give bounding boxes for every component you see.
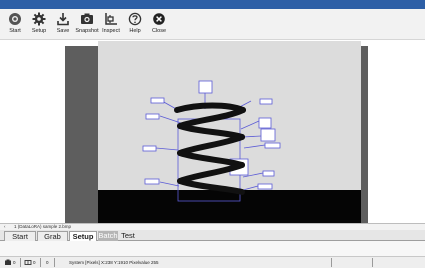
tab-grab[interactable]: Grab [37,231,68,241]
mode-tab-bar: Start Grab Setup Batch Test [0,230,425,241]
tab-batch[interactable]: Batch [98,231,118,241]
system-count: 0 [46,260,49,265]
device-count: 0 [33,260,36,265]
camera-icon [74,12,100,27]
tab-test[interactable]: Test [119,231,137,241]
tab-start[interactable]: Start [4,231,36,241]
dark-base-region [98,190,361,223]
close-circle-icon [146,12,172,27]
image-canvas[interactable] [98,41,361,223]
device-status-icon [24,257,32,268]
title-bar [0,0,425,9]
toolbar: Start Setup Save Snapshot Inspect Help C… [0,9,425,40]
application-window: Start Setup Save Snapshot Inspect Help C… [0,0,425,268]
status-bar: 0 0 0 System [Pixels] X:238 Y:1910 Pixel… [0,257,425,268]
status-divider [40,258,41,267]
setup-panel [0,241,425,257]
spring-image [98,41,361,223]
status-divider [54,258,55,267]
camera-count: 0 [13,260,16,265]
status-divider [20,258,21,267]
close-button[interactable]: Close [146,12,172,38]
inspect-chart-icon [98,12,124,27]
question-circle-icon [122,12,148,27]
close-button-label: Close [151,28,167,34]
tab-setup[interactable]: Setup [69,231,97,241]
image-file-bar: ‹ 1 (DataLoRA) sample 2.bmp [0,223,425,230]
download-tray-icon [50,12,76,27]
gear-icon [26,12,52,27]
status-divider [331,258,332,267]
status-divider [372,258,373,267]
sun-gear-icon [2,12,28,27]
pixel-readout: System [Pixels] X:238 Y:1910 Pixelvalue … [69,260,159,265]
camera-status-icon [4,257,12,268]
